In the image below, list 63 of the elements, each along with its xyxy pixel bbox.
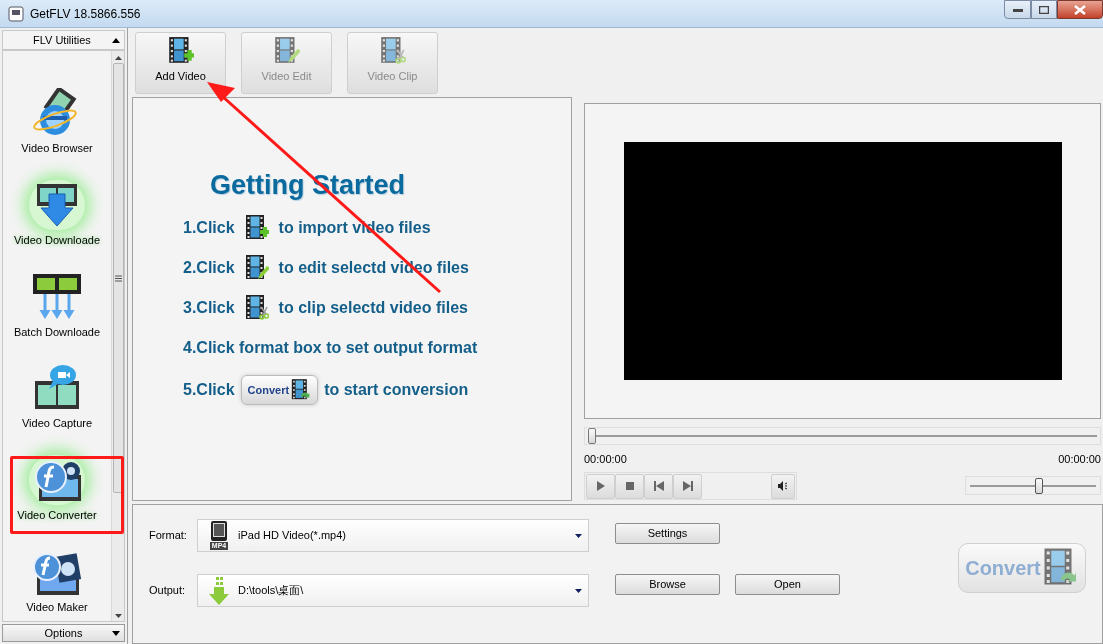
step-text: to clip selectd video files [278,298,468,318]
minimize-icon [1012,7,1023,12]
sidebar-title: FLV Utilities [33,32,91,48]
mute-button[interactable] [771,473,795,499]
film-scissors-icon [244,294,269,322]
seek-thumb[interactable] [588,428,596,444]
seek-track[interactable] [584,427,1101,445]
output-dropdown[interactable]: D:\tools\桌面\ [197,574,589,607]
dropdown-icon [575,533,582,538]
current-time: 00:00:00 [584,452,627,467]
collapse-icon [112,37,120,43]
skip-back-icon [653,481,664,491]
output-label: Output: [149,583,187,599]
step-number: 5.Click [183,380,235,400]
stop-icon [624,481,635,491]
film-plus-icon [167,36,194,66]
minimize-button[interactable] [1004,0,1031,19]
film-pencil-icon [273,36,300,66]
film-scissors-icon [379,36,406,66]
total-time: 00:00:00 [1058,452,1101,467]
close-button[interactable] [1057,0,1103,19]
next-button[interactable] [673,473,702,499]
scrollbar[interactable] [111,51,124,621]
grip-icon [114,274,122,282]
sidebar-item[interactable]: Video Converter [3,437,111,530]
stop-button[interactable] [615,473,644,499]
maximize-button[interactable] [1031,0,1057,19]
output-path: D:\tools\桌面\ [238,583,304,599]
window-title: GetFLV 18.5866.556 [30,5,141,23]
film-pencil-icon [244,254,269,282]
toolbar-button[interactable]: Add Video [135,31,226,94]
format-label: Format: [149,528,188,544]
sidebar-item[interactable]: Video Browser [3,71,111,163]
sidebar-item[interactable]: Video Capture [3,346,111,438]
close-icon [1074,4,1086,15]
step-number: 1.Click [183,218,235,238]
volume-track[interactable] [965,476,1101,495]
previous-button[interactable] [644,473,673,499]
scroll-thumb[interactable] [112,63,124,493]
open-button[interactable]: Open [735,574,840,595]
options-button[interactable]: Options [2,624,125,642]
play-icon [595,481,606,491]
speaker-icon [778,481,788,491]
app-icon [8,5,24,22]
format-value: iPad HD Video(*.mp4) [238,528,346,544]
step-text: to start conversion [324,380,469,400]
film-refresh-icon [291,378,312,402]
step-number: 2.Click [183,258,235,278]
sidebar-item[interactable]: Video Downloade [3,162,111,255]
volume-thumb[interactable] [1034,477,1043,494]
maximize-icon [1039,5,1049,14]
dropdown-icon [112,630,120,636]
step-text: 4.Click format box to set output format [183,338,478,358]
sidebar-item[interactable]: Batch Downloade [3,254,111,346]
settings-button[interactable]: Settings [615,523,720,544]
play-button[interactable] [586,473,615,499]
sidebar-item[interactable]: Video Maker [3,529,111,622]
dropdown-icon [575,588,582,593]
browse-button[interactable]: Browse [615,574,720,595]
skip-forward-icon [682,481,693,491]
film-plus-icon [244,214,269,242]
step-number: 3.Click [183,298,235,318]
download-arrow-icon [206,575,232,606]
